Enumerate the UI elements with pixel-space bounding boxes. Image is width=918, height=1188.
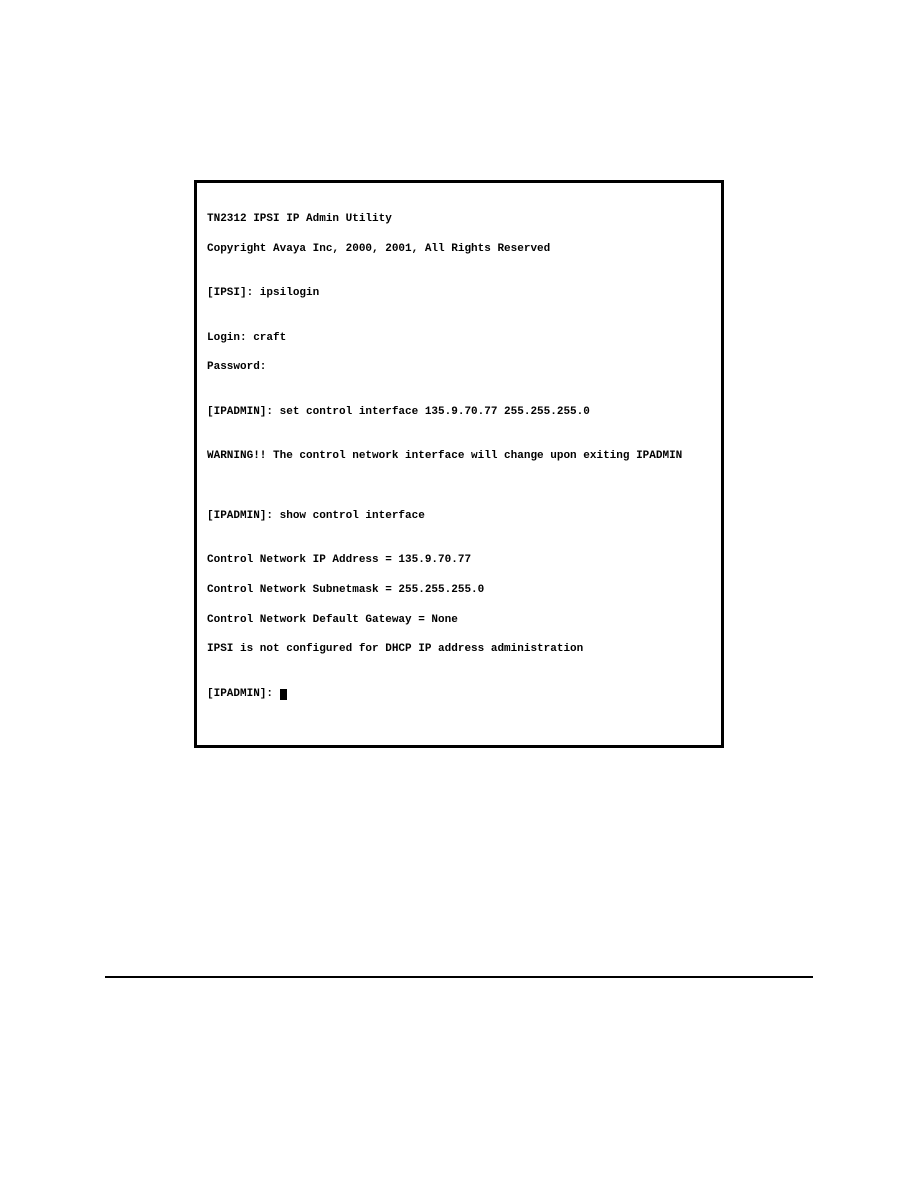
- terminal-window: TN2312 IPSI IP Admin Utility Copyright A…: [194, 180, 724, 748]
- terminal-final-prompt: [IPADMIN]:: [207, 687, 711, 702]
- terminal-subnetmask: Control Network Subnetmask = 255.255.255…: [207, 583, 711, 598]
- terminal-header-line2: Copyright Avaya Inc, 2000, 2001, All Rig…: [207, 242, 711, 257]
- terminal-warning: WARNING!! The control network interface …: [207, 449, 711, 464]
- terminal-login-line: Login: craft: [207, 331, 711, 346]
- cursor-icon: [280, 689, 287, 700]
- terminal-set-control: [IPADMIN]: set control interface 135.9.7…: [207, 405, 711, 420]
- terminal-password-line: Password:: [207, 360, 711, 375]
- document-page: manualshive.com TN2312 IPSI IP Admin Uti…: [0, 0, 918, 1188]
- terminal-gateway: Control Network Default Gateway = None: [207, 613, 711, 628]
- terminal-ipsi-prompt: [IPSI]: ipsilogin: [207, 286, 711, 301]
- footer-divider: [105, 976, 813, 978]
- terminal-dhcp-status: IPSI is not configured for DHCP IP addre…: [207, 642, 711, 657]
- terminal-show-control: [IPADMIN]: show control interface: [207, 509, 711, 524]
- terminal-ip-address: Control Network IP Address = 135.9.70.77: [207, 553, 711, 568]
- terminal-header-line1: TN2312 IPSI IP Admin Utility: [207, 212, 711, 227]
- terminal-prompt-text: [IPADMIN]:: [207, 688, 280, 700]
